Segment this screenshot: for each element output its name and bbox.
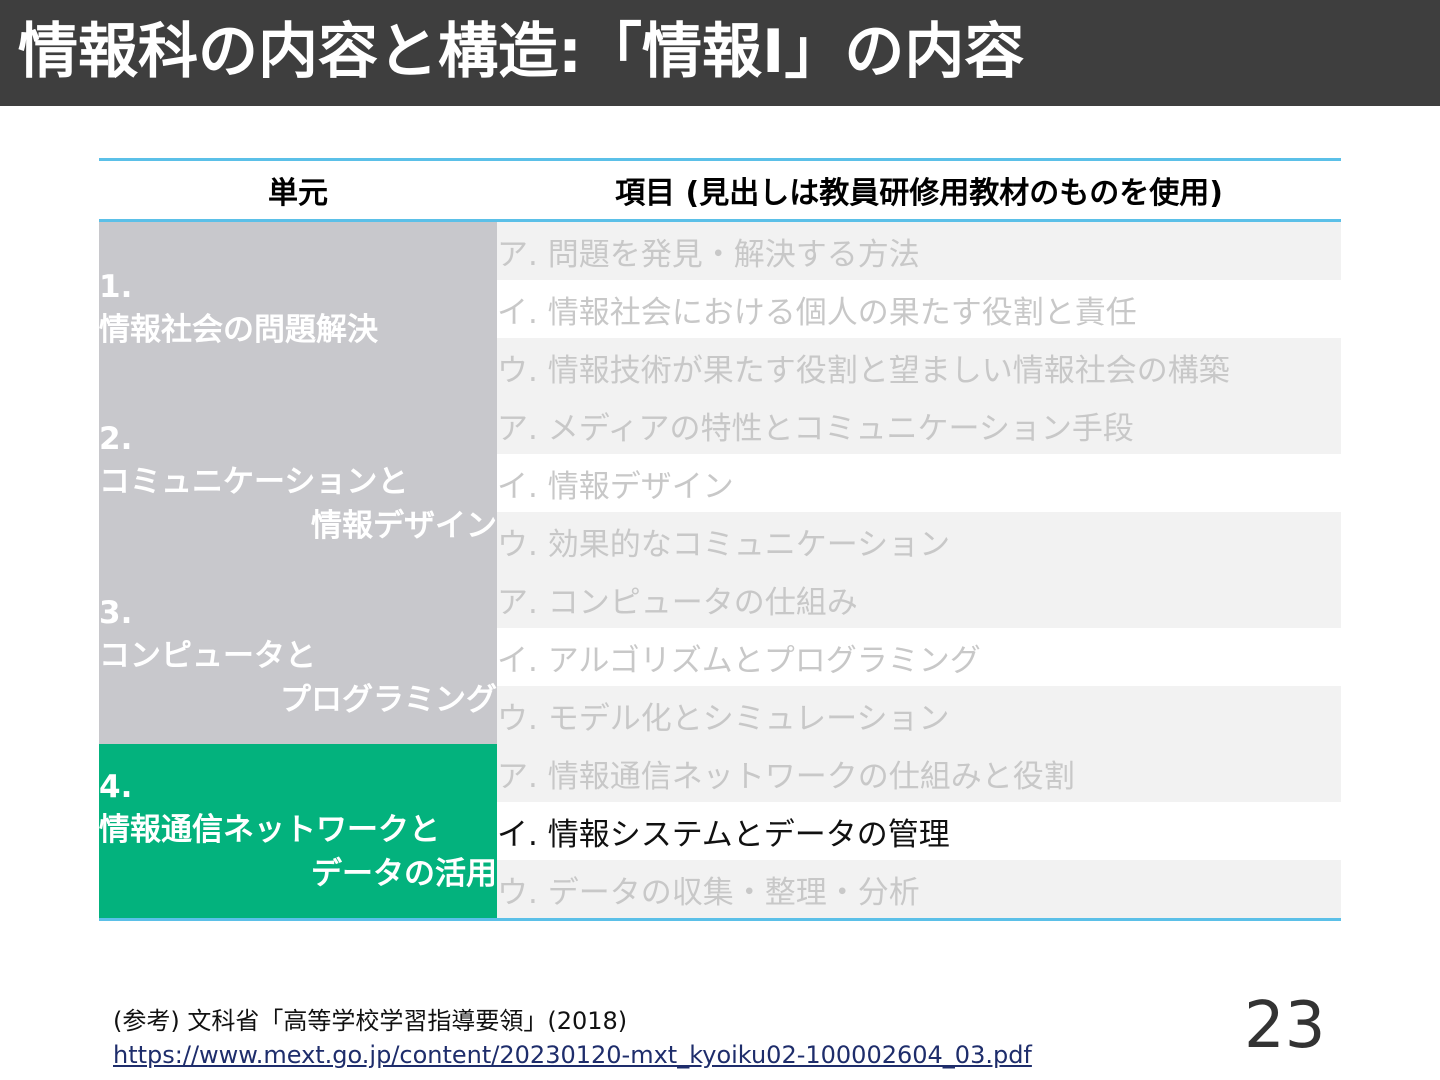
item-cell: ウ. モデル化とシミュレーション	[497, 686, 1341, 744]
unit-number: 3.	[99, 595, 133, 631]
unit-name-line2: プログラミング	[280, 682, 497, 718]
unit-name: 情報社会の問題解決	[99, 312, 378, 348]
item-cell: イ. 情報社会における個人の果たす役割と責任	[497, 280, 1341, 338]
table-row: 2. コミュニケーションと 情報デザイン ア. メディアの特性とコミュニケーショ…	[99, 396, 1341, 570]
title-bar: 情報科の内容と構造:「情報I」の内容	[0, 0, 1440, 106]
table-header-row: 単元 項目 (見出しは教員研修用教材のものを使用)	[99, 158, 1341, 222]
table-row: 1. 情報社会の問題解決 ア. 問題を発見・解決する方法	[99, 220, 1341, 396]
item-cell: ア. 問題を発見・解決する方法	[497, 220, 1341, 280]
unit-cell-1: 1. 情報社会の問題解決	[99, 220, 497, 396]
page-title: 情報科の内容と構造:「情報I」の内容	[18, 17, 1025, 87]
reference-link[interactable]: https://www.mext.go.jp/content/20230120-…	[113, 1038, 1032, 1072]
item-cell: イ. 情報デザイン	[497, 454, 1341, 512]
unit-name-line1: コンピュータと	[99, 638, 316, 674]
curriculum-table: 単元 項目 (見出しは教員研修用教材のものを使用) 1. 情報社会の問題解決 ア…	[99, 158, 1341, 921]
unit-name-line2: データの活用	[311, 856, 497, 892]
unit-cell-3: 3. コンピュータと プログラミング	[99, 570, 497, 744]
reference-text: (参考) 文科省「高等学校学習指導要領」(2018)	[113, 1007, 628, 1035]
item-cell: ア. 情報通信ネットワークの仕組みと役割	[497, 744, 1341, 802]
unit-number: 1.	[99, 269, 133, 305]
curriculum-table-container: 単元 項目 (見出しは教員研修用教材のものを使用) 1. 情報社会の問題解決 ア…	[99, 158, 1341, 921]
item-cell: ウ. 効果的なコミュニケーション	[497, 512, 1341, 570]
item-cell: ア. コンピュータの仕組み	[497, 570, 1341, 628]
unit-cell-2: 2. コミュニケーションと 情報デザイン	[99, 396, 497, 570]
page-number: 23	[1244, 989, 1326, 1063]
item-cell: ア. メディアの特性とコミュニケーション手段	[497, 396, 1341, 454]
item-cell: ウ. 情報技術が果たす役割と望ましい情報社会の構築	[497, 338, 1341, 396]
unit-name-line1: 情報通信ネットワークと	[99, 812, 440, 848]
unit-number: 4.	[99, 769, 133, 805]
unit-name-line1: コミュニケーションと	[99, 464, 409, 500]
table-row: 4. 情報通信ネットワークと データの活用 ア. 情報通信ネットワークの仕組みと…	[99, 744, 1341, 921]
unit-number: 2.	[99, 421, 133, 457]
table-row: 3. コンピュータと プログラミング ア. コンピュータの仕組み	[99, 570, 1341, 744]
header-unit: 単元	[99, 158, 497, 222]
unit-cell-4: 4. 情報通信ネットワークと データの活用	[99, 744, 497, 921]
item-cell: ウ. データの収集・整理・分析	[497, 860, 1341, 921]
item-cell-highlighted: イ. 情報システムとデータの管理	[497, 802, 1341, 860]
unit-name-line2: 情報デザイン	[311, 508, 497, 544]
item-cell: イ. アルゴリズムとプログラミング	[497, 628, 1341, 686]
header-items: 項目 (見出しは教員研修用教材のものを使用)	[497, 158, 1341, 222]
